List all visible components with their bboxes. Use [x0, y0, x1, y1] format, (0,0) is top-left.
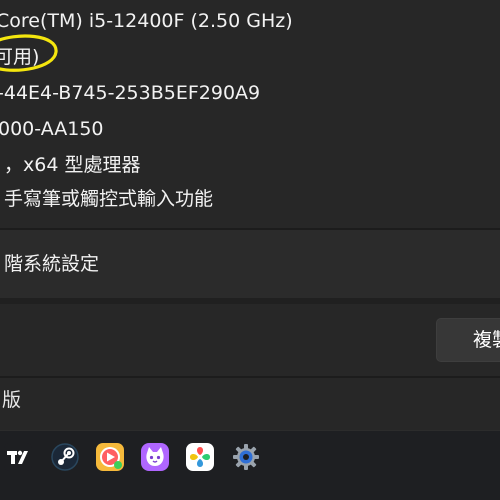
cat-app-icon[interactable] [141, 443, 169, 471]
device-specs-panel: Core(TM) i5-12400F (2.50 GHz) 可用) -44E4-… [0, 0, 500, 228]
product-id-value: 000-AA150 [0, 118, 104, 140]
highlight-marker-annotation [0, 34, 58, 72]
advanced-system-settings-link[interactable]: 階系統設定 [0, 230, 500, 298]
pen-touch-value: 手寫筆或觸控式輸入功能 [4, 188, 214, 210]
edition-label: 版 [2, 389, 22, 411]
settings-gear-icon[interactable] [232, 443, 260, 471]
system-type-value: ，x64 型處理器 [4, 154, 141, 176]
tradingview-icon[interactable] [4, 443, 32, 471]
photo-gallery-icon[interactable] [186, 443, 214, 471]
windows-spec-header: 複製 [0, 304, 500, 376]
edition-row: 版 [0, 378, 500, 430]
steam-icon[interactable] [51, 443, 79, 471]
copy-button[interactable]: 複製 [436, 318, 500, 362]
taskbar [0, 430, 500, 500]
video-player-icon[interactable] [96, 443, 124, 471]
advanced-system-settings-label: 階系統設定 [4, 253, 100, 275]
processor-value: Core(TM) i5-12400F (2.50 GHz) [0, 10, 293, 32]
device-id-value: -44E4-B745-253B5EF290A9 [0, 82, 261, 104]
